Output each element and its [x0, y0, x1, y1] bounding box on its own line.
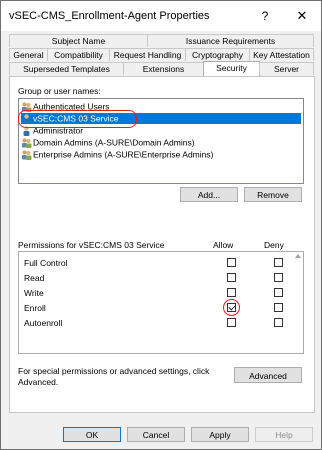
- security-panel: Group or user names: Authenticated Users…: [9, 76, 315, 413]
- cancel-button[interactable]: Cancel: [127, 427, 185, 442]
- read-deny-checkbox[interactable]: [274, 273, 283, 282]
- advanced-hint-line1: For special permissions or advanced sett…: [18, 366, 210, 376]
- full-control-allow-checkbox[interactable]: [227, 258, 236, 267]
- remove-button[interactable]: Remove: [244, 187, 302, 202]
- tab-issuance-requirements[interactable]: Issuance Requirements: [147, 34, 314, 47]
- write-allow-checkbox[interactable]: [227, 288, 236, 297]
- write-deny-checkbox[interactable]: [274, 288, 283, 297]
- tab-extensions[interactable]: Extensions: [123, 62, 204, 75]
- tab-key-attestation[interactable]: Key Attestation: [249, 48, 314, 61]
- read-allow-checkbox[interactable]: [227, 273, 236, 282]
- ok-button[interactable]: OK: [63, 427, 121, 442]
- permission-write-label: Write: [24, 288, 44, 298]
- tab-server[interactable]: Server: [259, 62, 314, 75]
- permission-autoenroll-label: Autoenroll: [24, 318, 63, 328]
- permission-read-label: Read: [24, 273, 45, 283]
- enroll-allow-highlight-ring: [223, 299, 240, 316]
- advanced-hint-line2: Advanced.: [18, 377, 59, 387]
- tab-subject-name[interactable]: Subject Name: [9, 34, 148, 47]
- enroll-deny-checkbox[interactable]: [274, 303, 283, 312]
- tab-compatibility[interactable]: Compatibility: [47, 48, 110, 61]
- help-title-button[interactable]: ?: [251, 4, 279, 28]
- full-control-deny-checkbox[interactable]: [274, 258, 283, 267]
- user-item-label: Domain Admins (A-SURE\Domain Admins): [33, 137, 195, 148]
- apply-button[interactable]: Apply: [191, 427, 249, 442]
- tab-security[interactable]: Security: [203, 61, 260, 76]
- tab-superseded-templates[interactable]: Superseded Templates: [9, 62, 124, 75]
- properties-dialog: vSEC-CMS_Enrollment-Agent Properties ? ✕…: [0, 0, 322, 450]
- tab-request-handling[interactable]: Request Handling: [109, 48, 186, 61]
- help-button[interactable]: Help: [255, 427, 313, 442]
- window-title: vSEC-CMS_Enrollment-Agent Properties: [9, 10, 210, 22]
- tab-cryptography[interactable]: Cryptography: [185, 48, 250, 61]
- group-users-icon: [21, 150, 32, 160]
- add-button[interactable]: Add...: [180, 187, 238, 202]
- group-users-icon: [21, 138, 32, 148]
- user-item-domain-admins[interactable]: Domain Admins (A-SURE\Domain Admins): [21, 137, 301, 148]
- permissions-label: Permissions for vSEC:CMS 03 Service: [18, 240, 165, 250]
- advanced-button[interactable]: Advanced: [234, 367, 302, 383]
- user-item-enterprise-admins[interactable]: Enterprise Admins (A-SURE\Enterprise Adm…: [21, 149, 301, 160]
- group-users-label: Group or user names:: [18, 86, 101, 96]
- autoenroll-deny-checkbox[interactable]: [274, 318, 283, 327]
- autoenroll-allow-checkbox[interactable]: [227, 318, 236, 327]
- permission-enroll-label: Enroll: [24, 303, 46, 313]
- user-item-label: Enterprise Admins (A-SURE\Enterprise Adm…: [33, 149, 214, 160]
- scroll-up-arrow-icon[interactable]: [295, 254, 301, 258]
- close-button[interactable]: ✕: [288, 4, 316, 28]
- selected-user-highlight-ring: [18, 110, 137, 128]
- allow-header: Allow: [213, 240, 234, 250]
- permission-full-control-label: Full Control: [24, 258, 68, 268]
- deny-header: Deny: [264, 240, 284, 250]
- title-bar[interactable]: vSEC-CMS_Enrollment-Agent Properties ? ✕: [1, 1, 321, 31]
- permissions-list[interactable]: Full Control Read Write Enroll Autoenrol…: [18, 251, 304, 354]
- tab-general[interactable]: General: [9, 48, 48, 61]
